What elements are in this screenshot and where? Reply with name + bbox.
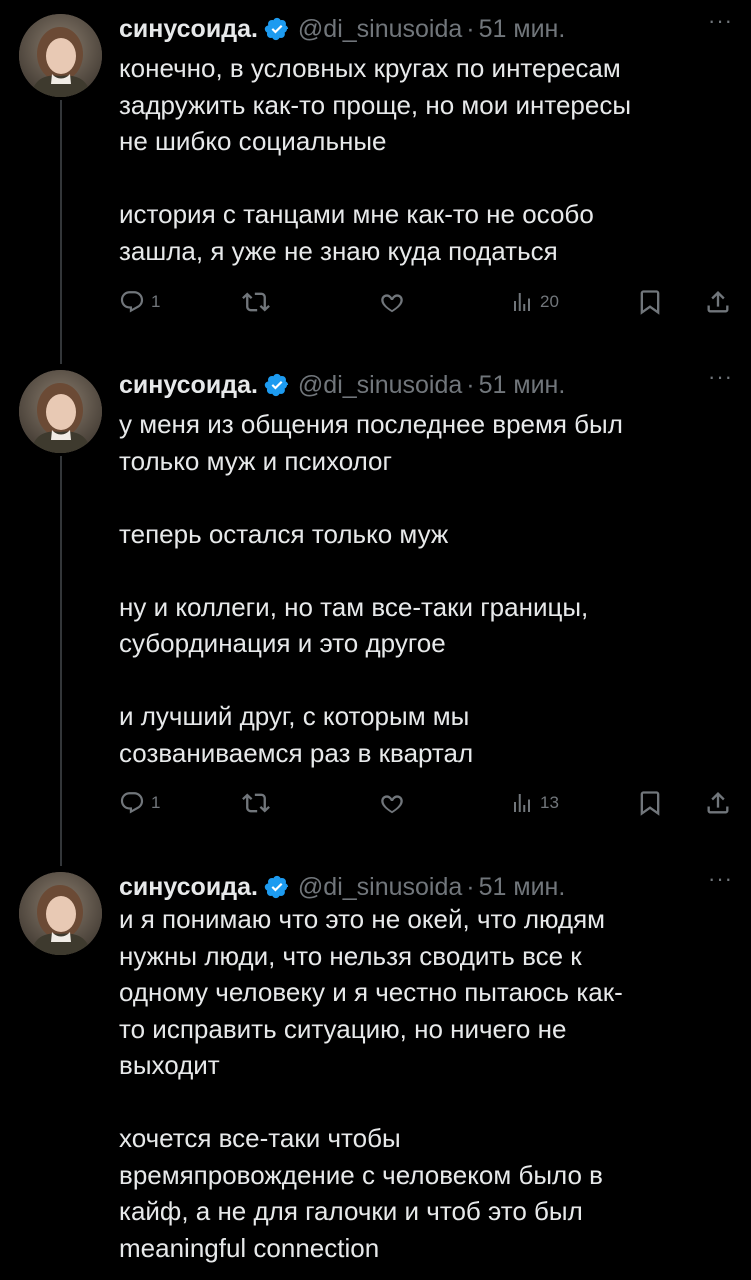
reply-icon (120, 291, 144, 313)
verified-badge-icon (264, 372, 290, 398)
like-button[interactable] (378, 285, 406, 319)
tweet-paragraph: история с танцами мне как-то не особо за… (119, 199, 594, 266)
tweet-header: синусоида. @di_sinusoida · 51 мин. (119, 12, 565, 46)
author-name[interactable]: синусоида. (119, 15, 258, 44)
tweet-text: и я понимаю что это не окей, что людям н… (119, 901, 729, 1266)
tweet-paragraph: у меня из общения последнее время был то… (119, 409, 623, 476)
bookmark-button[interactable] (636, 786, 664, 820)
more-options-icon[interactable]: ··· (708, 364, 733, 390)
reply-count: 1 (151, 793, 161, 812)
share-button[interactable] (704, 285, 732, 319)
reply-button[interactable]: 1 (119, 786, 160, 820)
avatar[interactable] (19, 14, 102, 97)
reply-button[interactable]: 1 (119, 285, 160, 319)
thread-line (60, 456, 62, 858)
retweet-button[interactable] (242, 285, 270, 319)
tweet-header: синусоида. @di_sinusoida · 51 мин. (119, 870, 565, 904)
thread-line (60, 356, 62, 364)
views-icon (514, 794, 530, 812)
avatar[interactable] (19, 370, 102, 453)
verified-badge-icon (264, 16, 290, 42)
tweet[interactable]: синусоида. @di_sinusoida · 51 мин. ··· и… (0, 858, 751, 1280)
views-count: 13 (540, 793, 559, 812)
views-icon (514, 293, 530, 311)
reply-count: 1 (151, 292, 161, 311)
thread-line (60, 100, 62, 356)
separator: · (466, 872, 475, 901)
views-button[interactable]: 13 (510, 786, 559, 820)
share-button[interactable] (704, 786, 732, 820)
bookmark-icon (640, 791, 660, 816)
thread-line (60, 858, 62, 866)
tweet-header: синусоида. @di_sinusoida · 51 мин. (119, 368, 565, 402)
tweet[interactable]: синусоида. @di_sinusoida · 51 мин. ··· у… (0, 356, 751, 858)
share-icon (707, 291, 729, 313)
avatar[interactable] (19, 872, 102, 955)
more-options-icon[interactable]: ··· (708, 8, 733, 34)
tweet-paragraph: конечно, в условных кругах по интересам … (119, 53, 632, 156)
views-button[interactable]: 20 (510, 285, 559, 319)
more-options-icon[interactable]: ··· (708, 866, 733, 892)
views-count: 20 (540, 292, 559, 311)
separator: · (466, 14, 475, 43)
verified-badge-icon (264, 874, 290, 900)
separator: · (466, 370, 475, 399)
heart-icon (381, 795, 403, 814)
reply-icon (120, 792, 144, 814)
author-name[interactable]: синусоида. (119, 873, 258, 902)
tweet-paragraph: ну и коллеги, но там все-таки границы, с… (119, 591, 589, 659)
bookmark-button[interactable] (636, 285, 664, 319)
tweet-paragraph: хочется все-таки чтобы времяпровождение … (119, 1123, 603, 1263)
like-button[interactable] (378, 786, 406, 820)
tweet[interactable]: синусоида. @di_sinusoida · 51 мин. ··· к… (0, 0, 751, 356)
author-name[interactable]: синусоида. (119, 371, 258, 400)
action-bar: 1 13 (119, 786, 739, 820)
action-bar: 1 20 (119, 285, 739, 319)
retweet-icon (242, 793, 270, 813)
timestamp[interactable]: 51 мин. (479, 15, 566, 44)
bookmark-icon (640, 290, 660, 315)
timestamp[interactable]: 51 мин. (479, 371, 566, 400)
timestamp[interactable]: 51 мин. (479, 873, 566, 902)
author-handle[interactable]: @di_sinusoida (298, 873, 462, 902)
share-icon (707, 792, 729, 814)
retweet-button[interactable] (242, 786, 270, 820)
retweet-icon (242, 292, 270, 312)
author-handle[interactable]: @di_sinusoida (298, 15, 462, 44)
author-handle[interactable]: @di_sinusoida (298, 371, 462, 400)
tweet-paragraph: и лучший друг, с которым мы созваниваемс… (119, 701, 474, 768)
tweet-paragraph: и я понимаю что это не окей, что людям н… (119, 904, 623, 1080)
tweet-text: конечно, в условных кругах по интересам … (119, 50, 729, 269)
tweet-text: у меня из общения последнее время был то… (119, 406, 729, 771)
heart-icon (381, 294, 403, 313)
tweet-paragraph: теперь остался только муж (119, 518, 449, 549)
